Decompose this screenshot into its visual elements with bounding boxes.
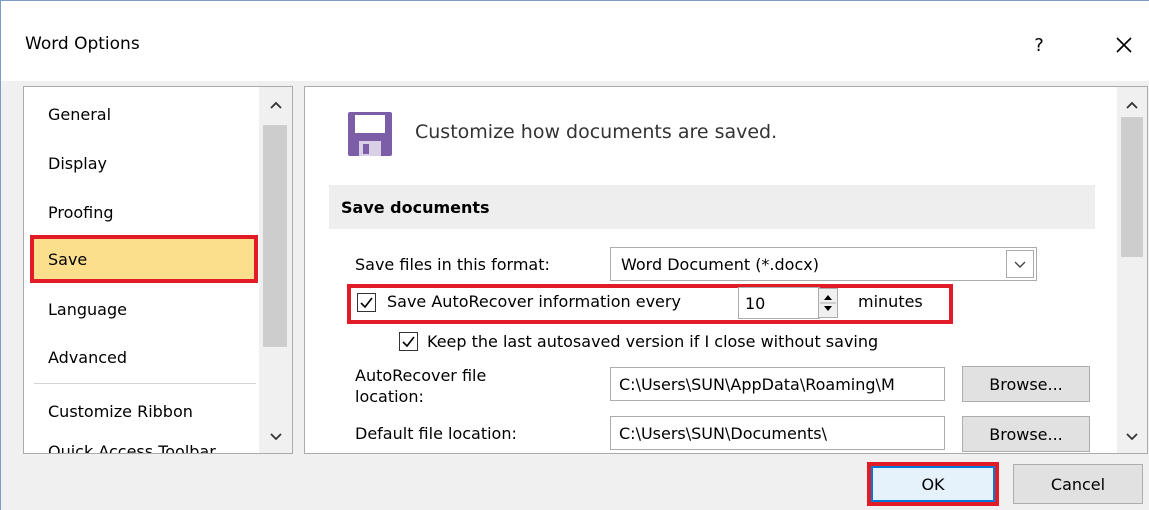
close-icon bbox=[1116, 37, 1132, 53]
cancel-button[interactable]: Cancel bbox=[1013, 464, 1143, 504]
page-heading: Customize how documents are saved. bbox=[415, 121, 778, 143]
nav-item-proofing[interactable]: Proofing bbox=[48, 203, 114, 222]
ok-button[interactable]: OK bbox=[871, 466, 995, 502]
title-bar: Word Options ? bbox=[1, 1, 1149, 81]
save-format-label: Save files in this format: bbox=[355, 255, 550, 274]
checkmark-icon bbox=[360, 297, 373, 309]
options-nav: General Display Proofing Save Language A… bbox=[23, 86, 293, 454]
nav-divider bbox=[34, 383, 256, 384]
help-button[interactable]: ? bbox=[1019, 25, 1059, 65]
autorecover-label: Save AutoRecover information every bbox=[387, 292, 681, 311]
autorecover-location-label: AutoRecover file bbox=[355, 366, 487, 385]
nav-item-general[interactable]: General bbox=[48, 105, 111, 124]
nav-item-advanced[interactable]: Advanced bbox=[48, 348, 127, 367]
default-location-input[interactable]: C:\Users\SUN\Documents\ bbox=[610, 416, 945, 450]
autorecover-location-label-line2: location: bbox=[355, 387, 424, 406]
save-options-pane: Customize how documents are saved. Save … bbox=[304, 86, 1148, 454]
word-options-dialog: Word Options ? General Display Proofing … bbox=[0, 0, 1149, 510]
pane-scroll-down-icon[interactable] bbox=[1119, 425, 1145, 449]
checkmark-icon bbox=[402, 336, 415, 348]
dialog-title: Word Options bbox=[25, 34, 140, 54]
autorecover-checkbox[interactable] bbox=[357, 293, 376, 312]
pane-scroll-thumb[interactable] bbox=[1121, 117, 1143, 257]
nav-item-save-label: Save bbox=[48, 249, 88, 269]
close-button[interactable] bbox=[1104, 25, 1144, 65]
nav-item-display[interactable]: Display bbox=[48, 154, 107, 173]
spinner-up-down-icon bbox=[820, 295, 836, 311]
save-format-value: Word Document (*.docx) bbox=[621, 254, 819, 274]
chevron-down-icon[interactable] bbox=[1006, 250, 1034, 278]
nav-scroll-thumb[interactable] bbox=[263, 125, 287, 347]
minutes-spinner[interactable] bbox=[818, 288, 838, 318]
browse-default-button[interactable]: Browse... bbox=[962, 416, 1090, 452]
nav-item-save[interactable]: Save bbox=[30, 235, 258, 283]
nav-item-customize-ribbon[interactable]: Customize Ribbon bbox=[48, 402, 193, 421]
save-format-select[interactable]: Word Document (*.docx) bbox=[610, 247, 1037, 281]
autorecover-minutes-value: 10 bbox=[745, 293, 766, 313]
section-header-save-documents: Save documents bbox=[329, 185, 1095, 229]
nav-item-language[interactable]: Language bbox=[48, 300, 127, 319]
nav-scroll-down-icon[interactable] bbox=[262, 425, 290, 449]
autorecover-minutes-input[interactable]: 10 bbox=[738, 287, 820, 319]
minutes-unit-label: minutes bbox=[858, 292, 923, 311]
autorecover-location-input[interactable]: C:\Users\SUN\AppData\Roaming\M bbox=[610, 367, 945, 401]
default-location-label: Default file location: bbox=[355, 424, 517, 443]
browse-autorecover-button[interactable]: Browse... bbox=[962, 366, 1090, 402]
keep-last-label: Keep the last autosaved version if I clo… bbox=[427, 332, 879, 351]
nav-item-quick-access-toolbar[interactable]: Quick Access Toolbar bbox=[48, 442, 216, 453]
pane-scroll-up-icon[interactable] bbox=[1119, 93, 1145, 117]
keep-last-checkbox[interactable] bbox=[399, 332, 418, 351]
floppy-disk-icon bbox=[347, 111, 393, 157]
nav-scroll-up-icon[interactable] bbox=[262, 93, 290, 117]
